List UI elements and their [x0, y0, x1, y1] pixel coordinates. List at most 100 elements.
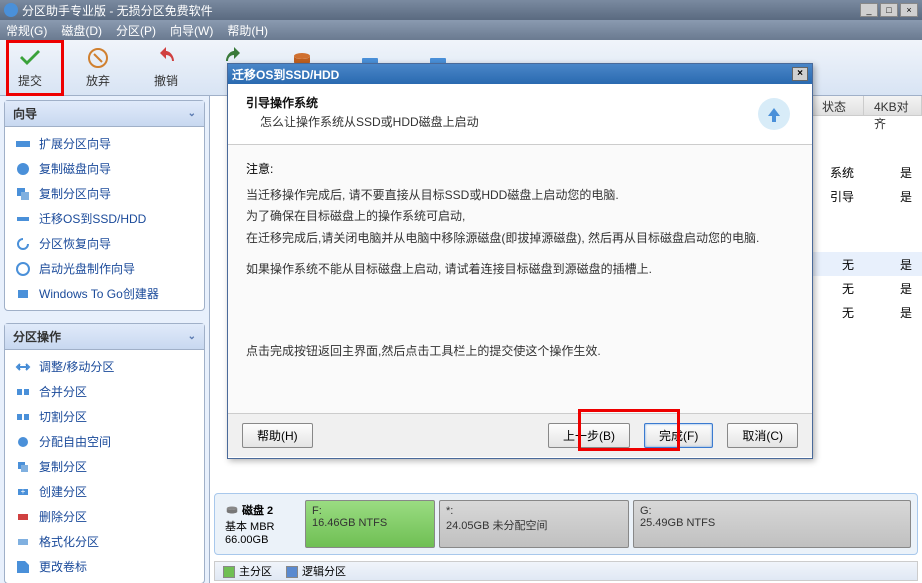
legend-primary: 主分区 — [223, 563, 272, 579]
note-line4: 如果操作系统不能从目标磁盘上启动, 请试着连接目标磁盘到源磁盘的插槽上. — [246, 259, 794, 281]
disk2-bar[interactable]: 磁盘 2 基本 MBR 66.00GB F: 16.46GB NTFS *: 2… — [214, 493, 918, 555]
item-label: 分区恢复向导 — [39, 235, 111, 252]
app-icon — [4, 3, 18, 17]
format-icon — [15, 534, 31, 550]
panel-wizard: 向导 ⌄ 扩展分区向导 复制磁盘向导 复制分区向导 迁移OS到SSD/HDD 分… — [4, 100, 205, 311]
part-letter: G: — [640, 505, 904, 517]
table-header: 状态 4KB对齐 — [812, 96, 922, 116]
menu-wizard[interactable]: 向导(W) — [170, 22, 213, 39]
maximize-button[interactable]: □ — [880, 3, 898, 17]
item-label: 合并分区 — [39, 383, 87, 400]
resize-icon — [15, 359, 31, 375]
check-icon — [18, 46, 42, 70]
part-size: 24.05GB 未分配空间 — [446, 517, 622, 533]
item-label: 启动光盘制作向导 — [39, 260, 135, 277]
item-label: 复制磁盘向导 — [39, 160, 111, 177]
menu-help[interactable]: 帮助(H) — [227, 22, 268, 39]
sidebar: 向导 ⌄ 扩展分区向导 复制磁盘向导 复制分区向导 迁移OS到SSD/HDD 分… — [0, 96, 210, 583]
partition-f[interactable]: F: 16.46GB NTFS — [305, 500, 435, 548]
op-allocfree[interactable]: 分配自由空间 — [5, 429, 204, 454]
note-title: 注意: — [246, 159, 794, 181]
wizard-item-bootcd[interactable]: 启动光盘制作向导 — [5, 256, 204, 281]
undo-button[interactable]: 撤销 — [146, 46, 186, 89]
disk2-size: 66.00GB — [225, 534, 297, 546]
part-letter: F: — [312, 505, 428, 517]
disk2-type: 基本 MBR — [225, 518, 297, 534]
menu-disk[interactable]: 磁盘(D) — [61, 22, 102, 39]
dialog-footer: 帮助(H) 上一步(B) 完成(F) 取消(C) — [228, 413, 812, 457]
collapse-icon[interactable]: ⌄ — [188, 331, 196, 342]
item-label: 更改卷标 — [39, 558, 87, 575]
merge-icon — [15, 384, 31, 400]
panel-partops-title: 分区操作 — [13, 328, 61, 345]
op-create[interactable]: +创建分区 — [5, 479, 204, 504]
legend: 主分区 逻辑分区 — [214, 561, 918, 581]
op-resize[interactable]: 调整/移动分区 — [5, 354, 204, 379]
split-icon — [15, 409, 31, 425]
item-label: 分配自由空间 — [39, 433, 111, 450]
wizard-item-copypart[interactable]: 复制分区向导 — [5, 181, 204, 206]
wizard-item-extend[interactable]: 扩展分区向导 — [5, 131, 204, 156]
prev-button[interactable]: 上一步(B) — [548, 423, 630, 448]
collapse-icon[interactable]: ⌄ — [188, 108, 196, 119]
table-row[interactable]: 系统是 — [812, 160, 922, 184]
op-copy[interactable]: 复制分区 — [5, 454, 204, 479]
copydisk-icon — [15, 161, 31, 177]
partition-g[interactable]: G: 25.49GB NTFS — [633, 500, 911, 548]
bootcd-icon — [15, 261, 31, 277]
close-button[interactable]: × — [900, 3, 918, 17]
copy-icon — [15, 459, 31, 475]
dialog-header: 引导操作系统 怎么让操作系统从SSD或HDD磁盘上启动 — [228, 84, 812, 145]
wizard-item-recover[interactable]: 分区恢复向导 — [5, 231, 204, 256]
legend-logical: 逻辑分区 — [286, 563, 346, 579]
wizard-item-wintogo[interactable]: Windows To Go创建器 — [5, 281, 204, 306]
table-rows: 系统是 引导是 无是 无是 无是 — [812, 116, 922, 324]
recover-icon — [15, 236, 31, 252]
discard-label: 放弃 — [86, 72, 110, 89]
item-label: 调整/移动分区 — [39, 358, 114, 375]
disk-icon — [225, 503, 239, 517]
dialog-titlebar[interactable]: 迁移OS到SSD/HDD × — [228, 64, 812, 84]
copypart-icon — [15, 186, 31, 202]
op-format[interactable]: 格式化分区 — [5, 529, 204, 554]
part-size: 25.49GB NTFS — [640, 517, 904, 529]
partition-unalloc[interactable]: *: 24.05GB 未分配空间 — [439, 500, 629, 548]
cancel-button[interactable]: 取消(C) — [727, 423, 798, 448]
table-row[interactable]: 引导是 — [812, 184, 922, 208]
minimize-button[interactable]: _ — [860, 3, 878, 17]
help-button[interactable]: 帮助(H) — [242, 423, 313, 448]
menu-general[interactable]: 常规(G) — [6, 22, 47, 39]
dialog-body: 注意: 当迁移操作完成后, 请不要直接从目标SSD或HDD磁盘上启动您的电脑. … — [228, 145, 812, 413]
alloc-icon — [15, 434, 31, 450]
table-row[interactable]: 无是 — [812, 300, 922, 324]
submit-label: 提交 — [18, 72, 42, 89]
label-icon — [15, 559, 31, 575]
delete-icon — [15, 509, 31, 525]
panel-wizard-header[interactable]: 向导 ⌄ — [5, 101, 204, 127]
finish-button[interactable]: 完成(F) — [644, 423, 713, 448]
discard-button[interactable]: 放弃 — [78, 46, 118, 89]
window-title: 分区助手专业版 - 无损分区免费软件 — [22, 2, 213, 19]
col-4kb[interactable]: 4KB对齐 — [864, 96, 922, 115]
wizard-item-copydisk[interactable]: 复制磁盘向导 — [5, 156, 204, 181]
table-row[interactable]: 无是 — [812, 276, 922, 300]
op-merge[interactable]: 合并分区 — [5, 379, 204, 404]
create-icon: + — [15, 484, 31, 500]
migrate-dialog: 迁移OS到SSD/HDD × 引导操作系统 怎么让操作系统从SSD或HDD磁盘上… — [227, 63, 813, 459]
op-split[interactable]: 切割分区 — [5, 404, 204, 429]
dialog-close-button[interactable]: × — [792, 67, 808, 81]
item-label: 扩展分区向导 — [39, 135, 111, 152]
table-row[interactable]: 无是 — [812, 252, 922, 276]
dialog-title: 迁移OS到SSD/HDD — [232, 66, 339, 83]
item-label: 删除分区 — [39, 508, 87, 525]
panel-partops-header[interactable]: 分区操作 ⌄ — [5, 324, 204, 350]
op-delete[interactable]: 删除分区 — [5, 504, 204, 529]
submit-button[interactable]: 提交 — [10, 46, 50, 89]
menu-partition[interactable]: 分区(P) — [116, 22, 156, 39]
dialog-tip: 点击完成按钮返回主界面,然后点击工具栏上的提交使这个操作生效. — [246, 341, 794, 363]
col-status[interactable]: 状态 — [812, 96, 864, 115]
op-label[interactable]: 更改卷标 — [5, 554, 204, 579]
wizard-item-migrate[interactable]: 迁移OS到SSD/HDD — [5, 206, 204, 231]
migrate-icon — [15, 211, 31, 227]
panel-wizard-title: 向导 — [13, 105, 37, 122]
